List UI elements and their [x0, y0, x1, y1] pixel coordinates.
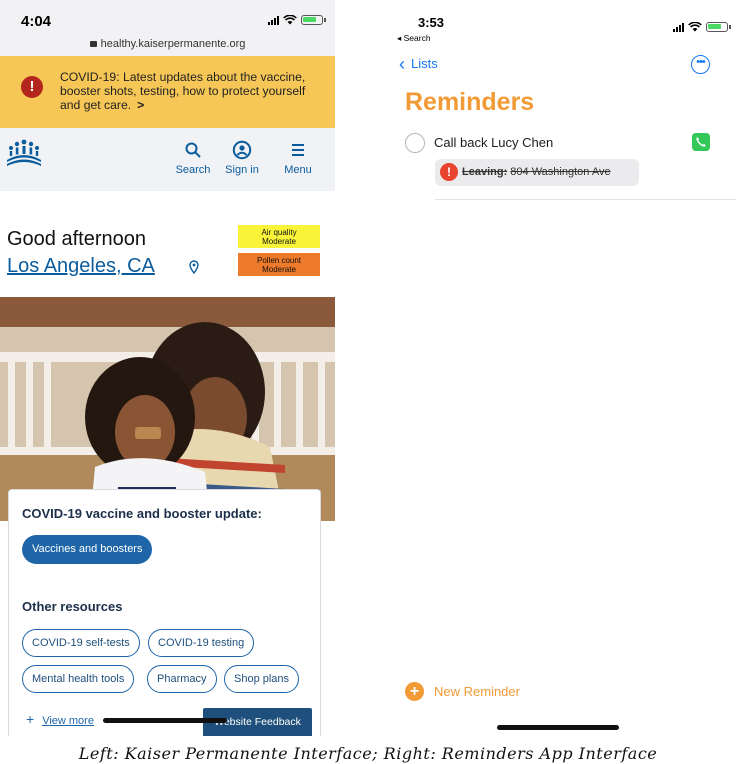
divider [435, 199, 736, 200]
user-icon [232, 140, 252, 160]
menu-label: Menu [284, 164, 312, 176]
new-reminder-button[interactable]: + New Reminder [405, 682, 520, 701]
battery-icon [706, 22, 731, 32]
wifi-icon [283, 15, 297, 25]
self-tests-button[interactable]: COVID-19 self-tests [22, 629, 140, 657]
system-icons [673, 22, 731, 32]
browser-status-bar: 4:04 healthy.kaiserpermanente.org [0, 0, 335, 56]
reminders-screen: 3:53 ◂ Search ‹ Lists ••• Reminders Call… [387, 0, 736, 736]
pharmacy-button[interactable]: Pharmacy [147, 665, 217, 693]
testing-button[interactable]: COVID-19 testing [148, 629, 255, 657]
shop-plans-button[interactable]: Shop plans [224, 665, 300, 693]
leaving-address: 804 Washington Ave [510, 166, 611, 178]
covid-banner-text[interactable]: COVID-19: Latest updates about the vacci… [60, 70, 325, 112]
greeting-heading: Good afternoon [7, 228, 146, 250]
lists-label: Lists [411, 56, 438, 71]
search-label: Search [175, 164, 211, 176]
lock-icon [89, 41, 97, 47]
plus-circle-icon: + [405, 682, 424, 701]
mental-health-button[interactable]: Mental health tools [22, 665, 135, 693]
home-indicator[interactable] [497, 725, 619, 730]
location-pin-icon[interactable] [189, 260, 199, 274]
status-time: 3:53 [418, 15, 445, 30]
pollen-count-value: Moderate [262, 265, 296, 274]
url-bar[interactable]: healthy.kaiserpermanente.org [0, 38, 335, 50]
view-more-link[interactable]: + View more [26, 711, 94, 727]
other-resources-heading: Other resources [22, 599, 123, 614]
card-title: COVID-19 vaccine and booster update: [22, 506, 262, 521]
phone-call-icon[interactable] [692, 133, 710, 151]
back-to-app[interactable]: ◂ Search [397, 33, 431, 44]
covid-vaccine-card: COVID-19 vaccine and booster update: Vac… [8, 489, 321, 736]
kaiser-logo-icon[interactable] [6, 138, 42, 170]
status-time: 4:04 [21, 13, 52, 30]
alert-icon: ! [440, 163, 458, 181]
plus-icon: + [26, 711, 35, 727]
sign-in-label: Sign in [225, 164, 259, 176]
figure-caption: Left: Kaiser Permanente Interface; Right… [78, 744, 658, 763]
view-more-label: View more [42, 715, 94, 727]
pollen-count-badge[interactable]: Pollen count Moderate [238, 253, 320, 276]
kaiser-screen: 4:04 healthy.kaiserpermanente.org ! COVI… [0, 0, 335, 736]
wifi-icon [688, 22, 702, 32]
hero-photo [0, 297, 335, 521]
pollen-count-label: Pollen count [256, 256, 302, 265]
search-button[interactable]: Search [172, 140, 214, 176]
reminder-checkbox[interactable] [405, 133, 425, 153]
search-icon [185, 142, 201, 158]
reminder-title[interactable]: Call back Lucy Chen [434, 135, 553, 150]
page-title: Reminders [405, 88, 535, 116]
sign-in-button[interactable]: Sign in [220, 140, 264, 176]
location-trigger-tag[interactable]: ! Leaving: 804 Washington Ave [435, 159, 639, 186]
new-reminder-label: New Reminder [434, 684, 520, 699]
signal-icon [268, 15, 279, 25]
vaccines-boosters-button[interactable]: Vaccines and boosters [22, 535, 153, 564]
air-quality-value: Moderate [262, 237, 296, 246]
url-text: healthy.kaiserpermanente.org [100, 38, 246, 50]
chevron-left-icon: ‹ [399, 53, 405, 74]
menu-button[interactable]: Menu [278, 140, 318, 176]
home-indicator[interactable] [103, 718, 227, 723]
more-options-icon[interactable]: ••• [691, 55, 710, 74]
battery-icon [301, 15, 326, 25]
lists-back-button[interactable]: ‹ Lists [399, 53, 438, 74]
hamburger-icon [292, 144, 304, 156]
leaving-label: Leaving: [462, 166, 508, 178]
air-quality-badge[interactable]: Air quality Moderate [238, 225, 320, 248]
signal-icon [673, 22, 684, 32]
air-quality-label: Air quality [261, 228, 297, 237]
alert-icon: ! [21, 76, 43, 98]
chevron-right-icon: > [137, 98, 145, 112]
location-link[interactable]: Los Angeles, CA [7, 255, 155, 278]
site-header: Search Sign in Menu [0, 128, 335, 191]
system-icons [268, 15, 326, 25]
covid-banner[interactable]: ! COVID-19: Latest updates about the vac… [0, 56, 335, 128]
covid-banner-label: COVID-19: Latest updates about the vacci… [60, 70, 306, 112]
